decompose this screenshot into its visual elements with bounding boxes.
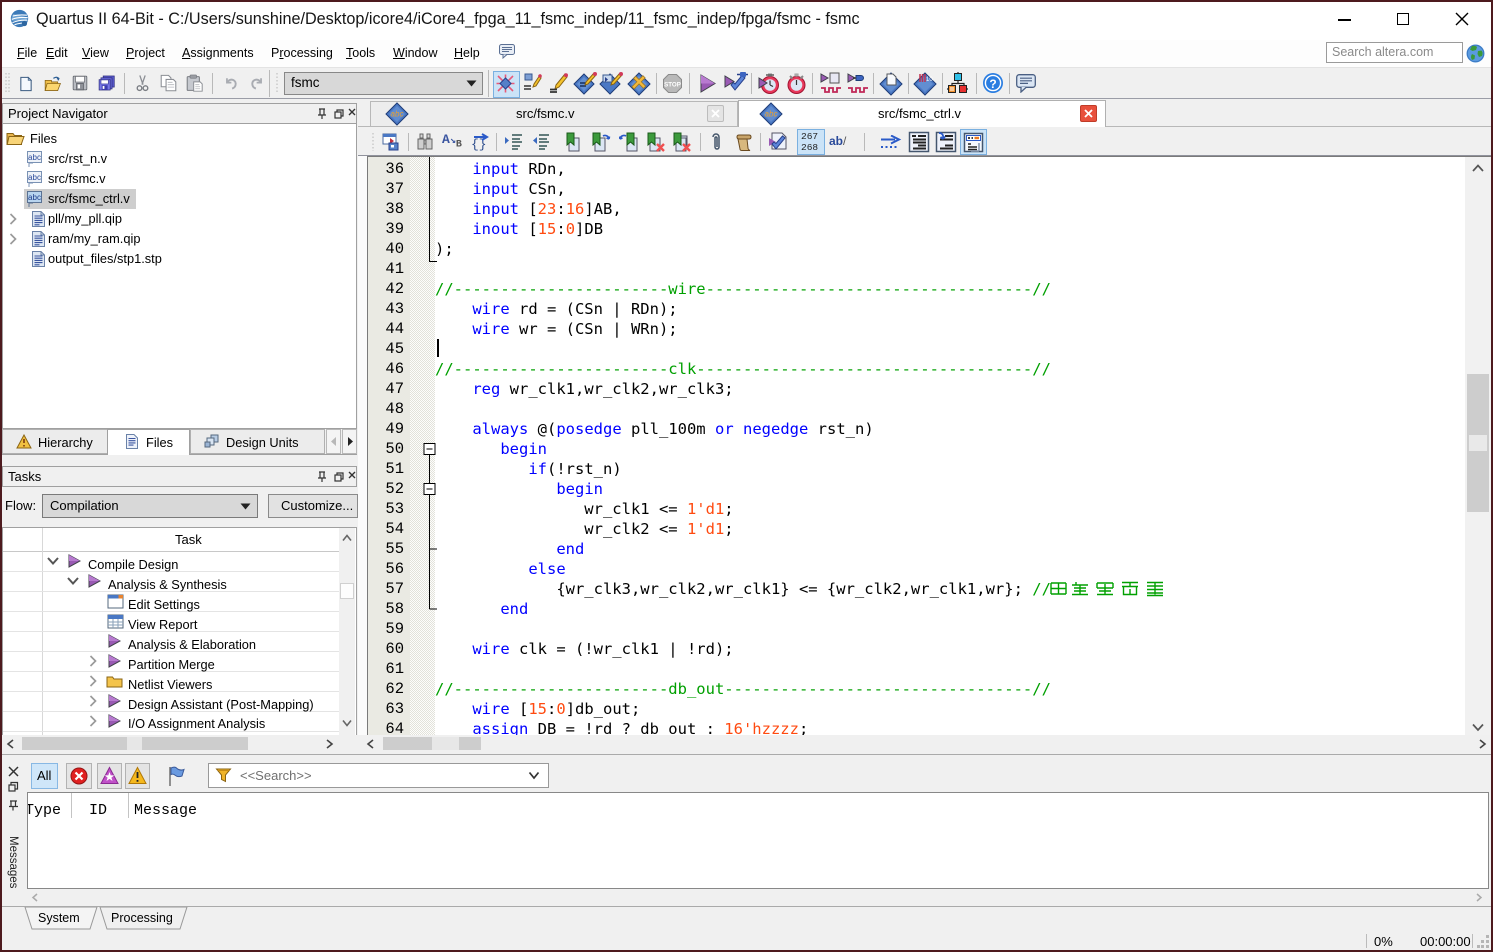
svg-text:STOP: STOP bbox=[664, 82, 681, 89]
svg-text:abc: abc bbox=[28, 173, 41, 182]
svg-text:abc: abc bbox=[28, 193, 41, 202]
svg-text:?: ? bbox=[989, 77, 996, 91]
svg-text:abc: abc bbox=[765, 110, 778, 119]
svg-text:10: 10 bbox=[926, 77, 933, 83]
svg-text:abc: abc bbox=[28, 153, 41, 162]
svg-text:abc: abc bbox=[391, 110, 404, 119]
